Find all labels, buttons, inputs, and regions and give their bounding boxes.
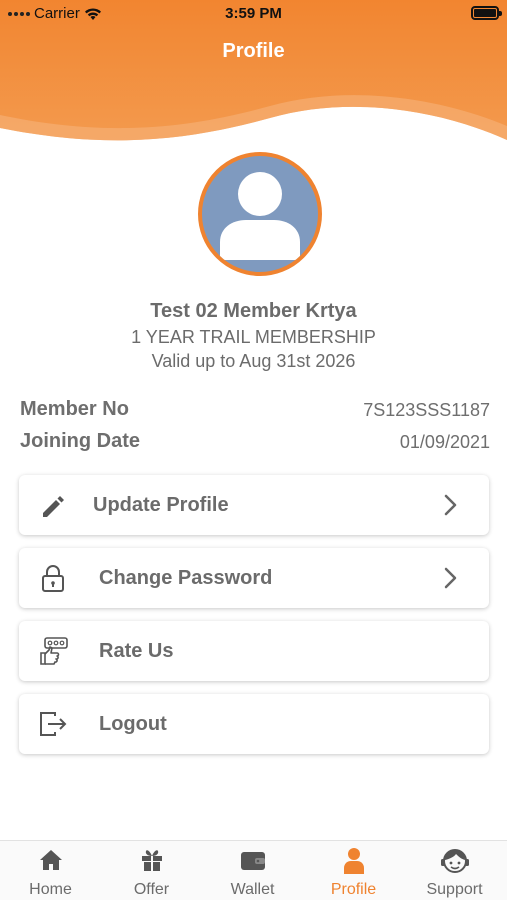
avatar[interactable] [198, 152, 322, 276]
member-no-row: Member No 7S123SSS1187 [20, 398, 490, 426]
person-icon [344, 848, 364, 874]
tab-support-label: Support [426, 881, 483, 898]
tab-home[interactable]: Home [0, 841, 101, 900]
update-profile-label: Update Profile [93, 494, 229, 516]
chevron-right-icon [444, 494, 457, 516]
tab-offer-label: Offer [133, 881, 170, 898]
logout-icon [40, 712, 67, 736]
tab-home-label: Home [29, 881, 72, 898]
page-title: Profile [222, 40, 285, 62]
joining-date-label: Joining Date [20, 430, 141, 452]
member-no-label: Member No [20, 398, 129, 420]
tab-wallet[interactable]: Wallet [202, 841, 303, 900]
lock-icon [42, 565, 64, 592]
gift-icon [142, 850, 162, 871]
change-password-label: Change Password [99, 567, 273, 589]
tab-support[interactable]: Support [404, 841, 505, 900]
member-name: Test 02 Member Krtya [150, 300, 357, 322]
pencil-icon [43, 496, 64, 517]
joining-date-row: Joining Date 01/09/2021 [20, 430, 490, 458]
rate-icon [40, 637, 68, 665]
membership-validity: Valid up to Aug 31st 2026 [151, 351, 356, 371]
logout-button[interactable]: Logout [19, 694, 489, 754]
chevron-right-icon [444, 567, 457, 589]
joining-date-value: 01/09/2021 [399, 432, 490, 452]
wallet-icon [241, 852, 265, 870]
status-bar: Carrier 3:59 PM [0, 0, 507, 28]
battery-icon [471, 6, 502, 20]
change-password-button[interactable]: Change Password [19, 548, 489, 608]
rate-us-button[interactable]: Rate Us [19, 621, 489, 681]
tab-profile[interactable]: Profile [303, 841, 404, 900]
support-icon [441, 849, 469, 873]
home-icon [40, 850, 62, 870]
member-no-value: 7S123SSS1187 [363, 400, 490, 420]
status-time: 3:59 PM [225, 5, 282, 22]
bottom-tab-bar: Home Offer Wallet Profile Support [0, 840, 507, 900]
logout-label: Logout [99, 713, 167, 735]
tab-profile-label: Profile [330, 881, 377, 898]
update-profile-button[interactable]: Update Profile [19, 475, 489, 535]
tab-offer[interactable]: Offer [101, 841, 202, 900]
membership-plan: 1 YEAR TRAIL MEMBERSHIP [131, 327, 376, 347]
tab-wallet-label: Wallet [230, 881, 275, 898]
rate-us-label: Rate Us [99, 640, 174, 662]
person-icon [220, 172, 300, 260]
